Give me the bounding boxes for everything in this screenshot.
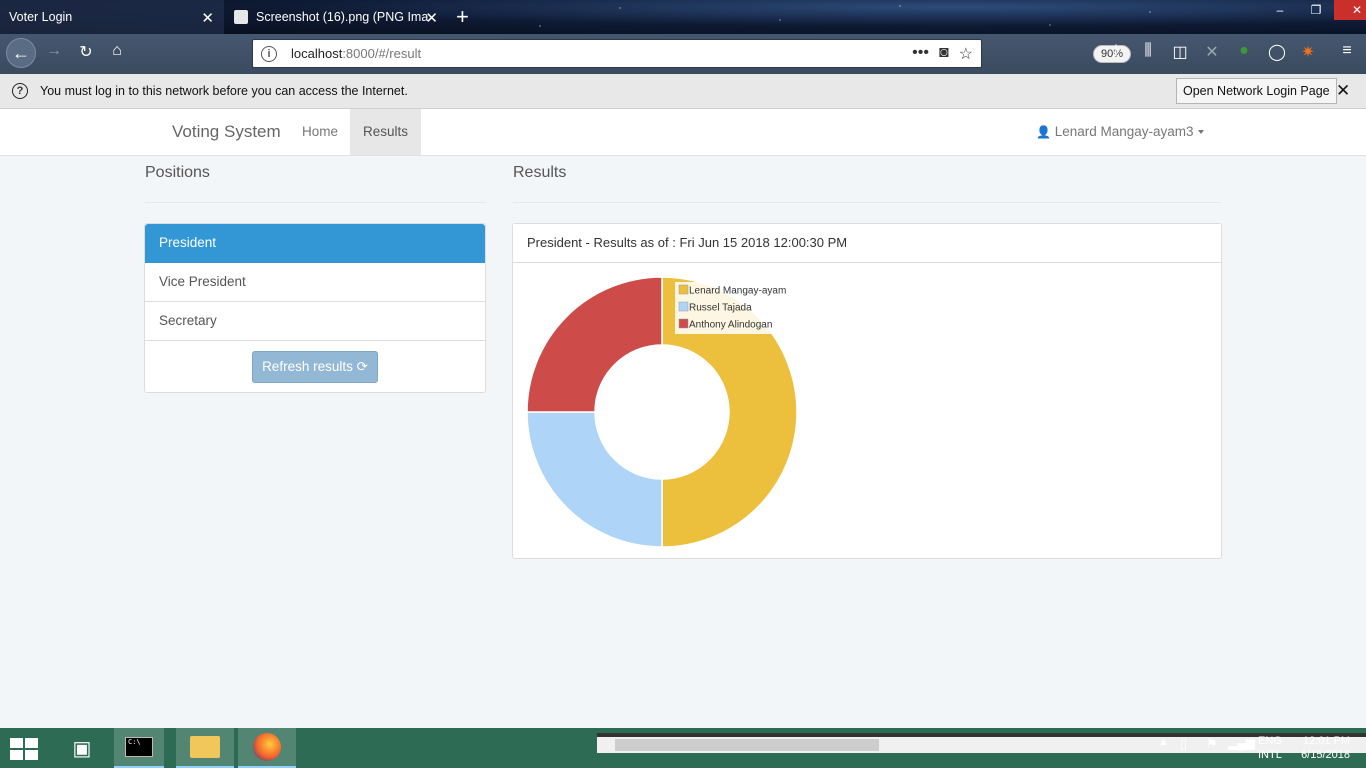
- close-notification-icon[interactable]: ✕: [1336, 81, 1350, 101]
- browser-tab-bar: Voter Login ✕ Screenshot (16).png (PNG I…: [0, 0, 1366, 34]
- donut-slice-3[interactable]: [526, 276, 663, 413]
- library-icon[interactable]: ⫼: [1136, 42, 1160, 60]
- pocket-icon[interactable]: ◙: [939, 44, 949, 64]
- position-secretary[interactable]: Secretary: [145, 302, 485, 341]
- keyboard-layout: INTL: [1258, 749, 1282, 761]
- menu-icon[interactable]: ≡: [1335, 42, 1359, 60]
- clock[interactable]: 12:01 PM 6/15/2018: [1296, 734, 1350, 762]
- clock-time: 12:01 PM: [1302, 735, 1350, 747]
- url-path: :8000/#/result: [342, 46, 422, 61]
- caret-down-icon: [1197, 130, 1204, 135]
- notification-message: You must log in to this network before y…: [40, 84, 408, 98]
- nav-results[interactable]: Results: [350, 109, 421, 155]
- divider: [513, 202, 1221, 203]
- network-icon[interactable]: ▂▄▆: [1228, 736, 1255, 750]
- refresh-icon: ⟳: [356, 359, 368, 374]
- results-heading: Results: [513, 164, 567, 181]
- user-icon: 👤: [1036, 125, 1051, 139]
- flag-icon[interactable]: ⚑: [1206, 736, 1218, 752]
- command-prompt-icon[interactable]: C:\: [114, 728, 164, 768]
- tab-title: Screenshot (16).png (PNG Ima: [256, 10, 429, 24]
- file-explorer-icon[interactable]: [176, 728, 234, 768]
- positions-list: President Vice President Secretary Refre…: [144, 223, 486, 393]
- clock-date: 6/15/2018: [1301, 749, 1350, 761]
- minimize-icon[interactable]: –: [1262, 0, 1298, 20]
- address-bar[interactable]: i localhost:8000/#/result 90% ••• ◙ ☆: [252, 39, 1131, 68]
- battery-icon[interactable]: ▯: [1180, 736, 1187, 752]
- firefox-icon[interactable]: [238, 728, 296, 768]
- bookmark-star-icon[interactable]: ☆: [959, 44, 973, 64]
- results-panel: President - Results as of : Fri Jun 15 2…: [512, 223, 1222, 559]
- user-dropdown[interactable]: 👤 Lenard Mangay-ayam3: [1036, 109, 1204, 155]
- new-tab-icon[interactable]: +: [456, 4, 469, 30]
- task-view-icon[interactable]: ▣: [62, 728, 102, 768]
- position-vice-president[interactable]: Vice President: [145, 263, 485, 302]
- legend-label: Russel Tajada: [689, 303, 752, 314]
- back-arrow-icon[interactable]: ←: [6, 38, 36, 68]
- legend-swatch: [678, 301, 689, 312]
- positions-heading: Positions: [145, 164, 210, 181]
- info-icon[interactable]: i: [261, 45, 277, 62]
- divider: [145, 202, 486, 203]
- page-actions-icon[interactable]: •••: [912, 44, 929, 64]
- tab-title: Voter Login: [9, 10, 73, 24]
- network-login-notification: ? You must log in to this network before…: [0, 74, 1366, 109]
- sidebar-icon[interactable]: ◫: [1168, 42, 1192, 62]
- language-code: ENG: [1258, 735, 1282, 747]
- image-file-icon: [234, 10, 248, 24]
- results-donut-chart: Lenard Mangay-ayam Russel Tajada Anthony A…: [526, 276, 798, 548]
- user-name: Lenard Mangay-ayam3: [1054, 124, 1194, 139]
- url-text: localhost:8000/#/result: [291, 46, 421, 61]
- nav-home[interactable]: Home: [289, 109, 351, 155]
- app-navbar: Voting System Home Results 👤 Lenard Mang…: [0, 109, 1366, 156]
- language-indicator[interactable]: ENG INTL: [1258, 734, 1282, 762]
- refresh-label: Refresh results: [262, 359, 353, 374]
- close-tab-icon[interactable]: ✕: [201, 9, 214, 27]
- show-hidden-icons-icon[interactable]: ▲: [1158, 736, 1169, 748]
- legend-swatch: [678, 284, 689, 295]
- question-icon: ?: [12, 83, 28, 99]
- scrollbar-thumb[interactable]: [615, 739, 879, 751]
- donut-slice-2[interactable]: [526, 411, 663, 548]
- forward-arrow-icon[interactable]: →: [42, 42, 66, 60]
- browser-toolbar: ← → ↻ ⌂ i localhost:8000/#/result 90% ••…: [0, 34, 1366, 74]
- windows-start-icon[interactable]: [10, 738, 38, 760]
- legend-label: Anthony Alindogan: [689, 320, 772, 331]
- url-host: localhost: [291, 46, 343, 61]
- refresh-results-button[interactable]: Refresh results ⟳: [252, 351, 378, 383]
- chart-legend: Lenard Mangay-ayam Russel Tajada Anthony A…: [675, 282, 793, 334]
- extension-circle-icon[interactable]: ◯: [1265, 42, 1289, 62]
- extension-green-icon[interactable]: ●: [1232, 42, 1256, 60]
- tab-screenshot[interactable]: Screenshot (16).png (PNG Ima ✕: [226, 0, 448, 34]
- brand[interactable]: Voting System: [172, 122, 281, 142]
- close-tab-icon[interactable]: ✕: [425, 9, 438, 27]
- tab-voter-login[interactable]: Voter Login ✕: [0, 0, 224, 34]
- home-icon[interactable]: ⌂: [105, 42, 129, 60]
- restore-icon[interactable]: ❐: [1298, 0, 1334, 20]
- legend-label: Lenard Mangay-ayam: [689, 286, 786, 297]
- window-controls: – ❐ ✕: [1262, 0, 1366, 20]
- extension-gear-icon[interactable]: ✷: [1296, 42, 1320, 62]
- extension-x-icon[interactable]: ✕: [1200, 42, 1224, 62]
- download-icon[interactable]: ⤓: [1104, 42, 1128, 60]
- panel-title: President - Results as of : Fri Jun 15 2…: [513, 224, 1221, 263]
- legend-swatch: [678, 318, 689, 329]
- reload-icon[interactable]: ↻: [74, 42, 98, 62]
- window-close-icon[interactable]: ✕: [1334, 0, 1366, 20]
- position-president[interactable]: President: [145, 224, 485, 263]
- open-network-login-button[interactable]: Open Network Login Page: [1176, 78, 1337, 104]
